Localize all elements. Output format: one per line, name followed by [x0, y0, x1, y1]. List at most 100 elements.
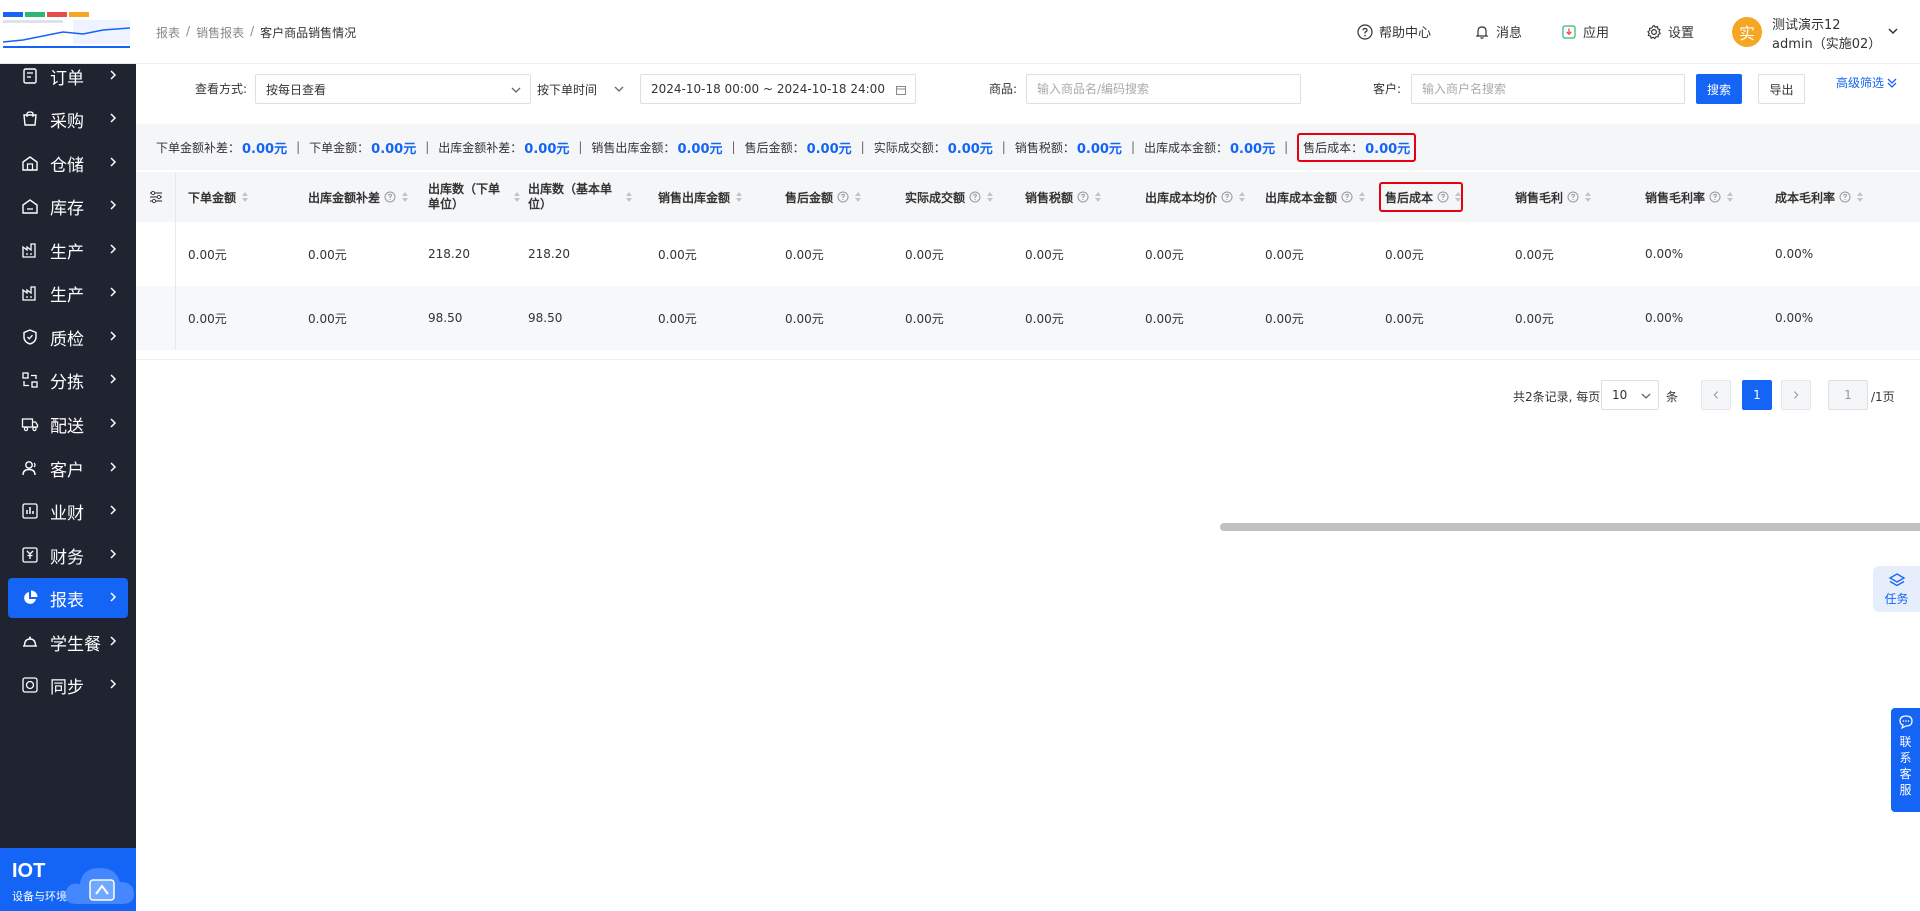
table-cell: 0.00元	[658, 311, 697, 326]
summary-separator: |	[425, 140, 430, 154]
column-header[interactable]: 出库数（基本单位）	[528, 172, 650, 222]
apps-button[interactable]: 应用	[1561, 22, 1609, 41]
customer-service-button[interactable]: 联 系 客 服	[1891, 708, 1920, 812]
horizontal-scrollbar[interactable]	[1220, 523, 1920, 531]
column-header[interactable]: 出库金额补差	[308, 172, 420, 222]
sidebar-item[interactable]: 财务	[0, 535, 136, 575]
question-circle-icon[interactable]	[1221, 191, 1233, 203]
advanced-filter-toggle[interactable]: 高级筛选	[1836, 74, 1898, 91]
messages-button[interactable]: 消息	[1474, 22, 1522, 41]
summary-item: 销售税额： 0.00元	[1015, 138, 1122, 157]
column-header[interactable]: 出库成本均价	[1145, 172, 1257, 222]
sidebar-item[interactable]: 生产	[0, 273, 136, 313]
sidebar-item[interactable]: 报表	[8, 578, 128, 618]
sidebar-item[interactable]: 库存	[0, 186, 136, 226]
chevron-down-icon	[511, 87, 521, 93]
sidebar-item[interactable]: 生产	[0, 230, 136, 270]
page-size-select[interactable]: 10	[1601, 380, 1659, 410]
chevron-right-icon	[110, 679, 117, 689]
sidebar-item[interactable]: 仓储	[0, 143, 136, 183]
sort-icon[interactable]	[402, 192, 409, 202]
export-button[interactable]: 导出	[1758, 74, 1805, 104]
sidebar-logo[interactable]	[0, 0, 136, 64]
sort-icon[interactable]	[242, 192, 249, 202]
table-row[interactable]: 0.00元 0.00元 218.20 218.20 0.00元 0.00元 0.00元 0.0…	[136, 222, 1920, 286]
column-header[interactable]: 出库成本金额	[1265, 172, 1377, 222]
question-circle-icon[interactable]	[969, 191, 981, 203]
question-circle-icon[interactable]	[1709, 191, 1721, 203]
summary-value: 0.00元	[524, 141, 570, 157]
sort-icon[interactable]	[855, 192, 862, 202]
sort-icon[interactable]	[1857, 192, 1864, 202]
column-header[interactable]: 成本毛利率	[1775, 172, 1887, 222]
column-header[interactable]: 出库数（下单单位）	[428, 172, 520, 222]
sidebar-item[interactable]: 采购	[0, 99, 136, 139]
column-header[interactable]: 实际成交额	[905, 172, 1017, 222]
question-circle-icon[interactable]	[1077, 191, 1089, 203]
question-circle-icon[interactable]	[1839, 191, 1851, 203]
sidebar-item-label: 采购	[50, 111, 84, 132]
sort-icon[interactable]	[1239, 192, 1246, 202]
sidebar-item[interactable]: 订单	[0, 56, 136, 96]
column-header[interactable]: 销售毛利	[1515, 172, 1637, 222]
column-settings-button[interactable]	[136, 172, 176, 222]
sort-icon[interactable]	[987, 192, 994, 202]
warehouse-icon	[20, 153, 40, 173]
question-circle-icon[interactable]	[837, 191, 849, 203]
question-circle-icon[interactable]	[384, 191, 396, 203]
user-account[interactable]: admin（实施02）	[1772, 33, 1881, 52]
breadcrumb-item[interactable]: 报表	[156, 24, 180, 41]
settings-button[interactable]: 设置	[1646, 22, 1694, 41]
question-circle-icon[interactable]	[1341, 191, 1353, 203]
breadcrumb-item[interactable]: 销售报表	[196, 24, 244, 41]
page-number-button[interactable]: 1	[1742, 380, 1772, 410]
sort-icon[interactable]	[1359, 192, 1366, 202]
column-header[interactable]: 售后金额	[785, 172, 897, 222]
column-header-label: 出库成本金额	[1265, 190, 1338, 205]
sidebar-item[interactable]: 同步	[0, 665, 136, 705]
sort-icon	[20, 370, 40, 390]
sidebar-item[interactable]: 配送	[0, 404, 136, 444]
sidebar-item[interactable]: 分拣	[0, 360, 136, 400]
avatar[interactable]: 实	[1732, 17, 1762, 47]
sidebar-item[interactable]: 客户	[0, 448, 136, 488]
sort-icon[interactable]	[626, 192, 632, 202]
table-row[interactable]: 0.00元 0.00元 98.50 98.50 0.00元 0.00元 0.00元 0.00元…	[136, 286, 1920, 350]
sort-icon[interactable]	[1727, 192, 1734, 202]
sidebar-item[interactable]: 学生餐	[0, 622, 136, 662]
sort-icon[interactable]	[514, 192, 520, 202]
table-cell: 0.00元	[1515, 311, 1554, 326]
chevron-left-icon	[1713, 391, 1719, 399]
prev-page-button[interactable]	[1701, 380, 1731, 410]
chevron-down-icon[interactable]	[1886, 24, 1900, 38]
app-root: 订单 采购 仓储 库存 生产 生产 质检 分拣 配送 客户 业财 财务 报表 学生餐 同步 IOT 设备与环…	[0, 0, 1920, 911]
customer-search-input[interactable]	[1411, 74, 1685, 104]
table-cell: 0.00元	[1145, 311, 1184, 326]
page-jump-input[interactable]	[1828, 380, 1868, 410]
product-search-input[interactable]	[1026, 74, 1301, 104]
page-size-value: 10	[1612, 388, 1628, 402]
help-center-button[interactable]: 帮助中心	[1357, 22, 1431, 41]
sort-icon[interactable]	[1095, 192, 1102, 202]
question-circle-icon[interactable]	[1567, 191, 1579, 203]
next-page-button[interactable]	[1781, 380, 1811, 410]
date-range-picker[interactable]: 2024-10-18 00:00 ~ 2024-10-18 24:00	[640, 74, 916, 104]
sidebar-item-label: 学生餐	[50, 634, 101, 655]
column-header[interactable]: 销售税额	[1025, 172, 1137, 222]
sidebar-item[interactable]: 质检	[0, 317, 136, 357]
column-header[interactable]: 销售毛利率	[1645, 172, 1767, 222]
column-header[interactable]: 下单金额	[188, 172, 300, 222]
task-float-button[interactable]: 任务	[1873, 566, 1920, 612]
user-name[interactable]: 测试演示12	[1772, 14, 1841, 33]
sort-icon[interactable]	[1585, 192, 1592, 202]
summary-bar: 下单金额补差： 0.00元 | 下单金额： 0.00元 | 出库金额补差： 0.00元 | 销售出…	[136, 124, 1920, 170]
search-button[interactable]: 搜索	[1696, 74, 1742, 104]
summary-item: 出库金额补差： 0.00元	[438, 138, 569, 157]
table-cell: 0.00元	[905, 247, 944, 262]
sidebar-item[interactable]: 业财	[0, 491, 136, 531]
column-header-label: 出库数（下单单位）	[428, 182, 501, 211]
column-header[interactable]: 销售出库金额	[658, 172, 777, 222]
sort-icon[interactable]	[736, 192, 743, 202]
view-mode-select[interactable]: 按每日查看	[255, 74, 531, 104]
iot-banner[interactable]: IOT 设备与环境	[0, 848, 136, 911]
